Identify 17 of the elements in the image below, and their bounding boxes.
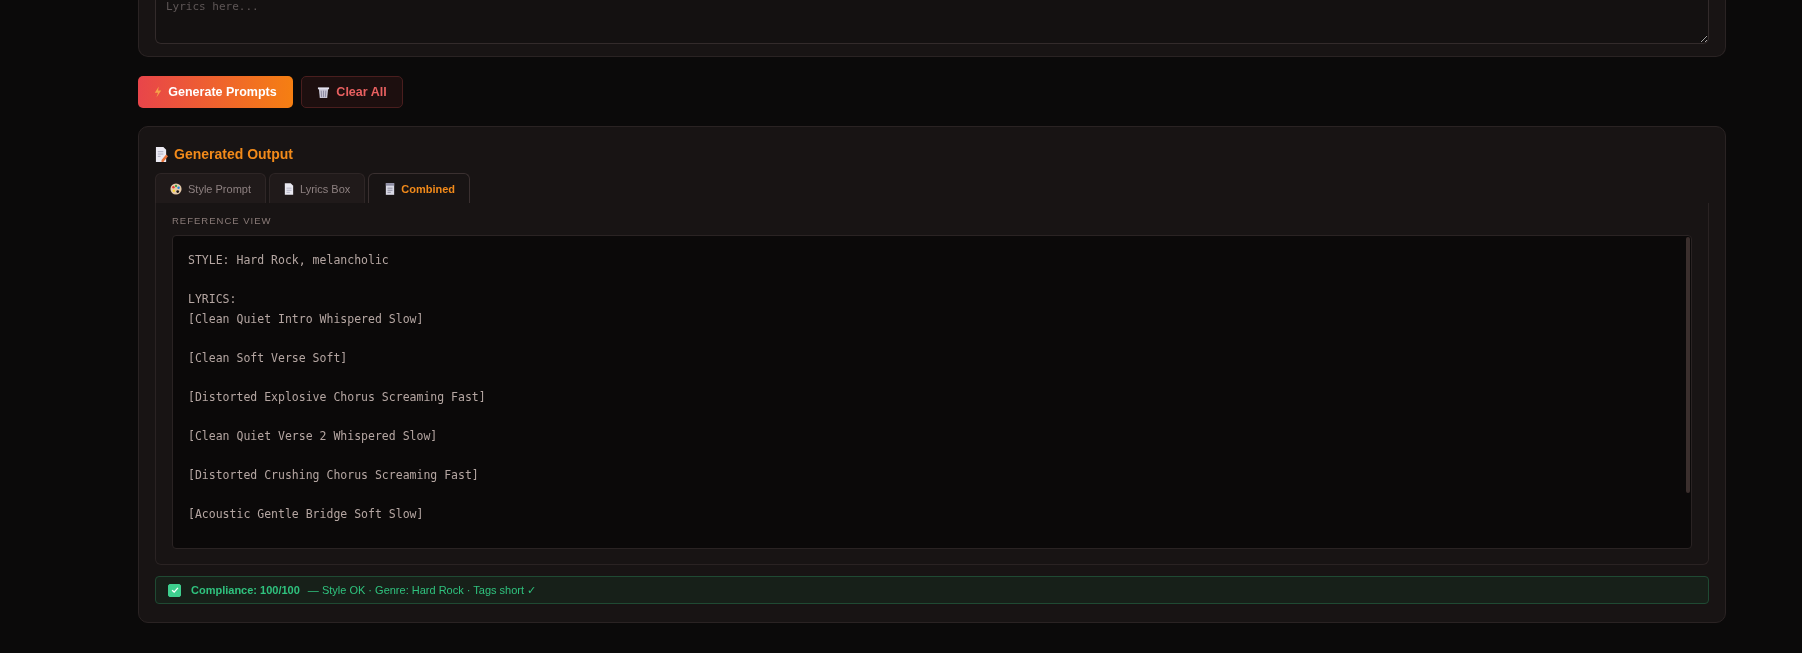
document-pencil-icon [155,146,168,162]
bolt-icon [154,86,163,98]
lyrics-field[interactable]: Lyrics here... [155,0,1709,44]
trash-icon [317,85,331,99]
tab[interactable]: Style Prompt [155,173,266,203]
section-title: Generated Output [174,146,293,162]
palette-icon [170,182,182,195]
section-label: REFERENCE VIEW [172,215,273,228]
compliance-score: Compliance: 100/100 [191,584,300,596]
generate-button[interactable]: Generate Prompts [138,76,293,108]
tab[interactable]: Combined [368,173,471,203]
page-icon [283,182,294,195]
tab[interactable]: Lyrics Box [268,173,366,203]
code-text: STYLE: Hard Rock, melancholic LYRICS: [Clean Quiet Intro Whispered Slow] [Clean Soft Verse Soft] [Distorted Explosive Chorus Screaming Fast] [Clean Quiet Verse 2 Whispered Slow] [Distorted Crushing Chorus Screaming Fast] [Acoustic Gentle Bridge Soft Slow] [188,252,486,523]
document-icon [385,182,396,195]
clear-button[interactable]: Clear All [301,76,403,108]
compliance-details: — Style OK · Genre: Hard Rock · Tags short ✓ [307,583,537,597]
